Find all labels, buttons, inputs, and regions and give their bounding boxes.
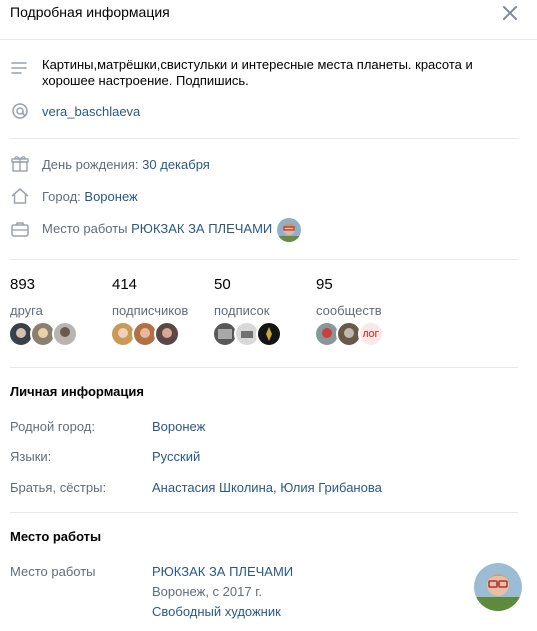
city-row: Город: Воронеж [42,189,138,205]
avatar[interactable] [52,321,78,347]
avatar[interactable] [256,321,282,347]
subscriptions-avatars[interactable] [212,321,292,347]
divider [10,138,518,139]
groups-count: 95 [316,276,333,293]
career-title: Место работы [10,529,102,544]
avatar[interactable] [154,321,180,347]
work-row: Место работы РЮКЗАК ЗА ПЛЕЧАМИ [42,221,272,237]
divider [10,259,518,260]
siblings-link[interactable]: Анастасия Школина, Юлия Грибанова [152,480,382,495]
subscriptions-label: подписок [214,303,270,318]
group-logo-avatar[interactable]: ЛОГ [358,321,384,347]
career-label: Место работы [10,564,96,579]
hometown-link[interactable]: Воронеж [152,419,205,434]
at-icon [10,101,30,121]
followers-label: подписчиков [112,303,189,318]
status-text: Картины,матрёшки,свистульки и интересные… [42,57,473,88]
divider [10,512,518,513]
company-link[interactable]: РЮКЗАК ЗА ПЛЕЧАМИ [152,564,293,579]
menu-lines-icon [10,58,30,78]
group-logo-text: ЛОГ [363,330,380,339]
siblings-label: Братья, сёстры: [10,480,107,495]
followers-count: 414 [112,276,138,293]
languages-label: Языки: [10,449,52,464]
friends-avatars[interactable] [8,321,88,347]
friends-label: друга [10,303,43,318]
personal-info-title: Личная информация [10,384,144,399]
briefcase-icon [10,219,30,239]
birthday-row: День рождения: 30 декабря [42,157,210,173]
modal-title: Подробная информация [10,4,170,20]
subscriptions-counter[interactable]: 50 подписок [214,276,269,319]
career-position-link[interactable]: Свободный художник [152,604,281,619]
company-avatar[interactable] [474,563,522,611]
work-label: Место работы [42,221,128,236]
modal-header: Подробная информация [0,0,537,40]
groups-avatars[interactable]: ЛОГ [314,321,394,347]
nickname-link[interactable]: vera_baschlaeva [42,104,140,120]
groups-label: сообществ [316,303,382,318]
divider [10,367,518,368]
close-icon[interactable] [500,3,520,23]
city-link[interactable]: Воронеж [84,189,137,204]
gift-icon [10,154,30,174]
subscriptions-count: 50 [214,276,231,293]
birthday-label: День рождения: [42,157,139,172]
languages-link[interactable]: Русский [152,449,200,464]
friends-count: 893 [10,276,36,293]
home-icon [10,186,30,206]
work-link[interactable]: РЮКЗАК ЗА ПЛЕЧАМИ [131,221,272,236]
friends-counter[interactable]: 893 друга [10,276,43,319]
followers-counter[interactable]: 414 подписчиков [112,276,188,319]
hometown-label: Родной город: [10,419,95,434]
work-avatar[interactable] [277,218,301,242]
birthday-link[interactable]: 30 декабря [142,157,210,172]
city-label: Город: [42,189,81,204]
groups-counter[interactable]: 95 сообществ [316,276,382,319]
career-location-period: Воронеж, с 2017 г. [152,584,262,599]
followers-avatars[interactable] [110,321,190,347]
